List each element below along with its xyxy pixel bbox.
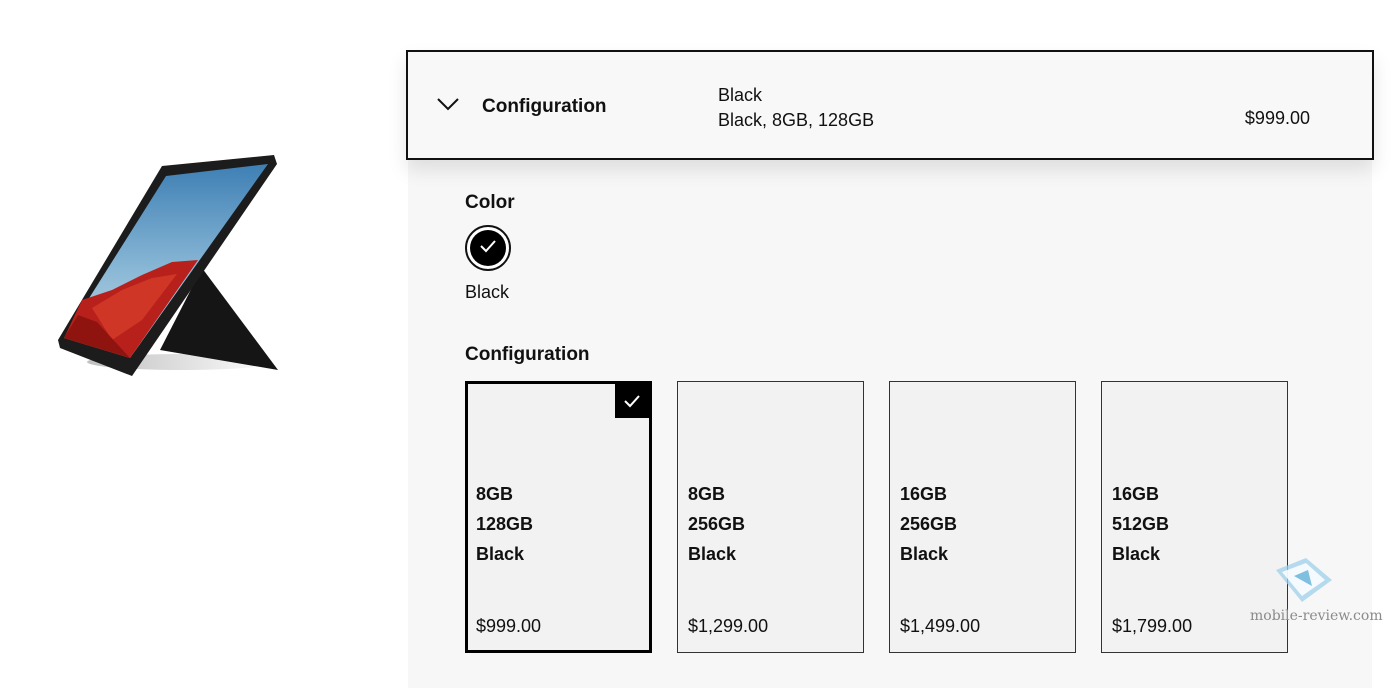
- selected-configuration-text: Black, 8GB, 128GB: [718, 110, 875, 130]
- config-ram: 16GB: [1112, 484, 1160, 504]
- color-swatch-fill: [470, 230, 506, 266]
- config-specs: 8GB 128GB Black: [476, 479, 533, 569]
- color-name: Black: [465, 282, 510, 302]
- config-storage: 256GB: [900, 514, 958, 534]
- config-ram: 16GB: [900, 484, 948, 504]
- watermark-text: mobile-review.com: [1250, 608, 1383, 624]
- chevron-down-icon[interactable]: [436, 96, 460, 112]
- config-price: $1,299.00: [688, 616, 769, 636]
- mobile-review-logo: [1272, 556, 1336, 606]
- config-ram: 8GB: [688, 484, 726, 504]
- configuration-summary: Black Black, 8GB, 128GB: [718, 83, 874, 133]
- selected-color-text: Black: [718, 85, 763, 105]
- configuration-price: $999.00: [1244, 108, 1310, 128]
- config-storage: 128GB: [476, 514, 534, 534]
- product-image: [52, 150, 284, 382]
- config-color: Black: [476, 544, 525, 564]
- config-option-16gb-256gb[interactable]: 16GB 256GB Black $1,499.00: [889, 381, 1076, 653]
- config-storage: 512GB: [1112, 514, 1170, 534]
- config-color: Black: [1112, 544, 1161, 564]
- config-price: $999.00: [476, 616, 542, 636]
- config-option-8gb-256gb[interactable]: 8GB 256GB Black $1,299.00: [677, 381, 864, 653]
- config-color: Black: [900, 544, 949, 564]
- config-option-8gb-128gb[interactable]: 8GB 128GB Black $999.00: [465, 381, 652, 653]
- config-specs: 16GB 256GB Black: [900, 479, 957, 569]
- config-specs: 8GB 256GB Black: [688, 479, 745, 569]
- config-specs: 16GB 512GB Black: [1112, 479, 1169, 569]
- checkmark-icon: [615, 384, 649, 418]
- configuration-section-label: Configuration: [465, 344, 590, 365]
- color-swatch-black[interactable]: [465, 225, 511, 271]
- config-ram: 8GB: [476, 484, 514, 504]
- config-color: Black: [688, 544, 737, 564]
- config-price: $1,799.00: [1112, 616, 1193, 636]
- configuration-header[interactable]: Configuration Black Black, 8GB, 128GB $9…: [406, 50, 1374, 160]
- color-section-label: Color: [465, 192, 515, 213]
- config-storage: 256GB: [688, 514, 746, 534]
- configuration-header-title: Configuration: [482, 96, 607, 117]
- checkmark-icon: [479, 239, 497, 258]
- config-price: $1,499.00: [900, 616, 981, 636]
